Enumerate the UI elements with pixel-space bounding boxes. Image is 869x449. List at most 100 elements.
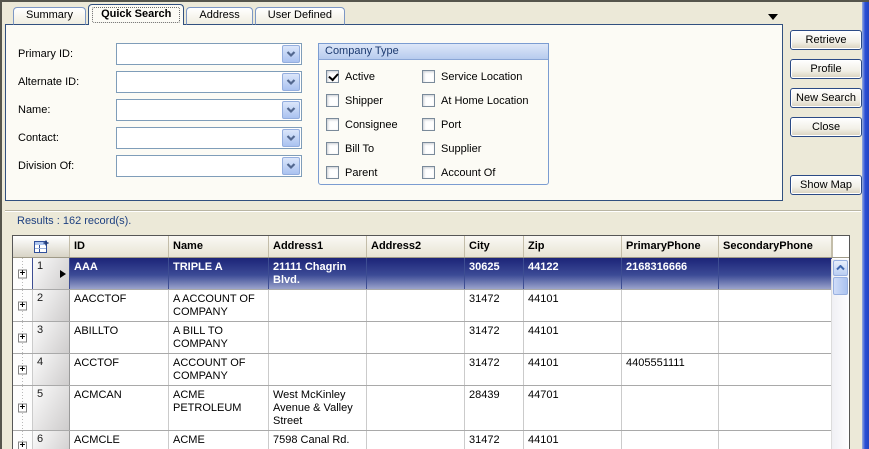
checkbox-at-home-location[interactable]: At Home Location	[422, 94, 528, 107]
cell-address2[interactable]	[367, 322, 465, 353]
cell-address2[interactable]	[367, 431, 465, 449]
checkbox-bill-to[interactable]: Bill To	[326, 142, 398, 155]
combo-dropdown-button[interactable]	[282, 73, 300, 91]
scrollbar-thumb[interactable]	[833, 277, 848, 295]
cell-secondaryphone[interactable]	[719, 431, 832, 449]
cell-name[interactable]: A BILL TO COMPANY	[169, 322, 269, 353]
cell-id[interactable]: ACCTOF	[70, 354, 169, 385]
cell-id[interactable]: ABILLTO	[70, 322, 169, 353]
cell-zip[interactable]: 44701	[524, 386, 622, 430]
cell-id[interactable]: ACMCLE	[70, 431, 169, 449]
row-selector[interactable]: 4	[33, 354, 70, 385]
cell-secondaryphone[interactable]	[719, 354, 832, 385]
combo-input[interactable]	[117, 128, 281, 148]
cell-primaryphone[interactable]	[622, 431, 719, 449]
cell-secondaryphone[interactable]	[719, 322, 832, 353]
cell-city[interactable]: 31472	[465, 431, 524, 449]
checkbox[interactable]	[326, 118, 339, 131]
checkbox-port[interactable]: Port	[422, 118, 528, 131]
cell-address1[interactable]: 7598 Canal Rd.	[269, 431, 367, 449]
checkbox[interactable]	[422, 70, 435, 83]
cell-address1[interactable]: West McKinley Avenue & Valley Street	[269, 386, 367, 430]
checkbox[interactable]	[422, 118, 435, 131]
ACME[interactable]: + 6 ACMCLE ACME 7598 Canal Rd. 31472 441…	[13, 431, 832, 449]
combo-dropdown-button[interactable]	[282, 157, 300, 175]
tab-user-defined[interactable]: User Defined	[255, 7, 345, 25]
column-header-primaryphone[interactable]: PrimaryPhone	[622, 236, 719, 257]
profile-button[interactable]: Profile	[790, 59, 862, 79]
grid-options-button[interactable]	[13, 236, 70, 257]
cell-address2[interactable]	[367, 258, 465, 289]
checkbox[interactable]	[422, 142, 435, 155]
column-header-name[interactable]: Name	[169, 236, 269, 257]
column-header-zip[interactable]: Zip	[524, 236, 622, 257]
cell-name[interactable]: TRIPLE A	[169, 258, 269, 289]
checkbox-account-of[interactable]: Account Of	[422, 166, 528, 179]
column-header-address1[interactable]: Address1	[269, 236, 367, 257]
column-header-address2[interactable]: Address2	[367, 236, 465, 257]
combo-dropdown-button[interactable]	[282, 129, 300, 147]
expand-plus-icon[interactable]: +	[18, 269, 27, 278]
cell-primaryphone[interactable]	[622, 290, 719, 321]
expand-plus-icon[interactable]: +	[18, 441, 27, 449]
cell-primaryphone[interactable]	[622, 386, 719, 430]
cell-primaryphone[interactable]	[622, 322, 719, 353]
cell-zip[interactable]: 44101	[524, 290, 622, 321]
cell-id[interactable]: ACMCAN	[70, 386, 169, 430]
row-selector[interactable]: 5	[33, 386, 70, 430]
cell-name[interactable]: ACME PETROLEUM	[169, 386, 269, 430]
tab-address[interactable]: Address	[186, 7, 252, 25]
expand-plus-icon[interactable]: +	[18, 404, 27, 413]
expand-plus-icon[interactable]: +	[18, 301, 27, 310]
A BILL TO COMPANY[interactable]: + 3 ABILLTO A BILL TO COMPANY 31472 4410…	[13, 322, 832, 354]
cell-zip[interactable]: 44101	[524, 354, 622, 385]
cell-city[interactable]: 31472	[465, 290, 524, 321]
expand-plus-icon[interactable]: +	[18, 333, 27, 342]
checkbox[interactable]	[326, 142, 339, 155]
expand-plus-icon[interactable]: +	[18, 365, 27, 374]
cell-primaryphone[interactable]: 2168316666	[622, 258, 719, 289]
row-selector[interactable]: 2	[33, 290, 70, 321]
cell-city[interactable]: 31472	[465, 322, 524, 353]
show-map-button[interactable]: Show Map	[790, 175, 862, 195]
row-selector[interactable]: 1	[33, 258, 70, 289]
scroll-up-button[interactable]	[833, 260, 848, 276]
combo-dropdown-button[interactable]	[282, 45, 300, 63]
combo-input[interactable]	[117, 72, 281, 92]
checkbox-service-location[interactable]: Service Location	[422, 70, 528, 83]
cell-address2[interactable]	[367, 290, 465, 321]
cell-address2[interactable]	[367, 386, 465, 430]
checkbox-supplier[interactable]: Supplier	[422, 142, 528, 155]
vertical-scrollbar[interactable]	[831, 259, 848, 449]
cell-id[interactable]: AAA	[70, 258, 169, 289]
checkbox-active[interactable]: Active	[326, 70, 398, 83]
cell-zip[interactable]: 44101	[524, 322, 622, 353]
tab-summary[interactable]: Summary	[13, 7, 86, 25]
ACCOUNT OF COMPANY[interactable]: + 4 ACCTOF ACCOUNT OF COMPANY 31472 4410…	[13, 354, 832, 386]
row-selector[interactable]: 6	[33, 431, 70, 449]
retrieve-button[interactable]: Retrieve	[790, 30, 862, 50]
combo-input[interactable]	[117, 100, 281, 120]
close-button[interactable]: Close	[790, 117, 862, 137]
column-header-secondaryphone[interactable]: SecondaryPhone	[719, 236, 832, 257]
tab-quick-search[interactable]: Quick Search	[88, 4, 184, 25]
checkbox-consignee[interactable]: Consignee	[326, 118, 398, 131]
cell-secondaryphone[interactable]	[719, 258, 832, 289]
combo-dropdown-button[interactable]	[282, 101, 300, 119]
cell-city[interactable]: 31472	[465, 354, 524, 385]
checkbox[interactable]	[326, 94, 339, 107]
checkbox-parent[interactable]: Parent	[326, 166, 398, 179]
A ACCOUNT OF COMPANY[interactable]: + 2 AACCTOF A ACCOUNT OF COMPANY 31472 4…	[13, 290, 832, 322]
column-header-id[interactable]: ID	[70, 236, 169, 257]
cell-zip[interactable]: 44101	[524, 431, 622, 449]
checkbox[interactable]	[422, 94, 435, 107]
cell-primaryphone[interactable]: 4405551111	[622, 354, 719, 385]
checkbox[interactable]	[326, 166, 339, 179]
cell-id[interactable]: AACCTOF	[70, 290, 169, 321]
combo-input[interactable]	[117, 44, 281, 64]
cell-address2[interactable]	[367, 354, 465, 385]
cell-address1[interactable]: 21111 Chagrin Blvd.	[269, 258, 367, 289]
row-selector[interactable]: 3	[33, 322, 70, 353]
cell-name[interactable]: A ACCOUNT OF COMPANY	[169, 290, 269, 321]
new-search-button[interactable]: New Search	[790, 88, 862, 108]
